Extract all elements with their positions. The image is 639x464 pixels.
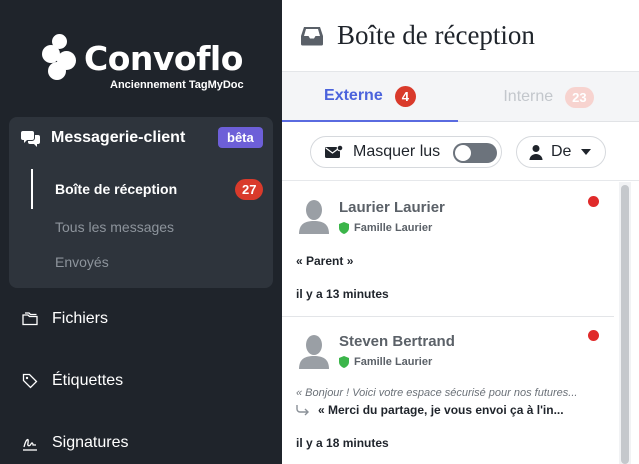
inbox-icon [301, 27, 323, 46]
message-quote: « Bonjour ! Voici votre espace sécurisé … [296, 387, 578, 399]
tab-internal-label: Interne [503, 88, 554, 105]
chevron-down-icon [581, 149, 592, 155]
from-label: De [551, 143, 572, 160]
avatar-placeholder-icon [299, 335, 329, 369]
tab-external-count: 4 [394, 85, 416, 107]
message-group-label: Famille Laurier [354, 356, 433, 368]
message-group: Famille Laurier [339, 222, 432, 234]
toggle-knob [455, 145, 471, 161]
signature-icon [23, 438, 37, 451]
sidebar-item-sent[interactable]: Envoyés [55, 254, 109, 270]
scrollbar-thumb[interactable] [621, 185, 629, 464]
convoflo-logo-icon [42, 34, 78, 82]
chat-bubbles-icon [21, 131, 40, 147]
mask-read-label: Masquer lus [353, 143, 441, 160]
tab-internal-count: 23 [565, 86, 594, 108]
message-preview: « Parent » [296, 254, 354, 268]
unread-indicator [588, 330, 599, 341]
messaging-label: Messagerie-client [51, 129, 186, 146]
active-indicator [31, 169, 33, 209]
avatar-placeholder-icon [299, 200, 329, 234]
tab-external-label: Externe [324, 87, 383, 104]
message-sender: Steven Bertrand [339, 333, 455, 350]
signatures-label: Signatures [52, 434, 129, 451]
sidebar-item-signatures[interactable]: Signatures [22, 434, 129, 452]
shield-icon [339, 356, 349, 368]
message-sender: Laurier Laurier [339, 199, 445, 216]
sidebar-item-files[interactable]: Fichiers [22, 310, 108, 328]
unread-indicator [588, 196, 599, 207]
sidebar-item-tags[interactable]: Étiquettes [22, 372, 123, 390]
tab-internal[interactable]: Interne 23 [458, 72, 639, 122]
reply-arrow-icon [296, 405, 309, 416]
message-reply-row: « Merci du partage, je vous envoi ça à l… [296, 403, 602, 417]
message-time: il y a 18 minutes [296, 436, 389, 450]
inbox-count-badge: 27 [235, 179, 264, 200]
message-group: Famille Laurier [339, 356, 432, 368]
message-item[interactable]: Laurier Laurier Famille Laurier « Parent… [282, 182, 619, 317]
message-reply: « Merci du partage, je vous envoi ça à l… [318, 403, 564, 417]
logo-subtitle: Anciennement TagMyDoc [110, 79, 244, 91]
tags-label: Étiquettes [52, 372, 124, 389]
page-header: Boîte de réception [282, 0, 639, 72]
mask-read-button[interactable]: Masquer lus [310, 136, 502, 168]
sidebar-item-inbox[interactable]: Boîte de réception [55, 181, 177, 197]
messaging-section: Messagerie-client bêta Boîte de réceptio… [9, 117, 273, 288]
sidebar: Convoflo Anciennement TagMyDoc Messageri… [0, 0, 282, 464]
sidebar-item-all-messages[interactable]: Tous les messages [55, 219, 174, 235]
envelope-notification-icon [325, 145, 343, 158]
main-panel: Boîte de réception Externe 4 Interne 23 … [282, 0, 639, 464]
from-filter-dropdown[interactable]: De [516, 136, 606, 168]
user-icon [529, 145, 543, 160]
message-group-label: Famille Laurier [354, 222, 433, 234]
folder-icon [22, 312, 38, 326]
logo[interactable]: Convoflo [42, 34, 243, 82]
logo-text: Convoflo [84, 38, 243, 78]
shield-icon [339, 222, 349, 234]
beta-badge: bêta [218, 127, 263, 148]
files-label: Fichiers [52, 310, 109, 327]
mask-read-toggle[interactable] [453, 143, 497, 163]
filter-toolbar: Masquer lus De [282, 123, 639, 181]
tab-bar: Externe 4 Interne 23 [282, 72, 639, 122]
message-time: il y a 13 minutes [296, 287, 389, 301]
message-list: Laurier Laurier Famille Laurier « Parent… [282, 182, 639, 464]
tag-icon [22, 373, 38, 389]
message-item[interactable]: Steven Bertrand Famille Laurier « Bonjou… [282, 317, 619, 464]
tab-external[interactable]: Externe 4 [282, 72, 458, 122]
messaging-header[interactable]: Messagerie-client [21, 129, 185, 147]
page-title: Boîte de réception [337, 20, 535, 50]
